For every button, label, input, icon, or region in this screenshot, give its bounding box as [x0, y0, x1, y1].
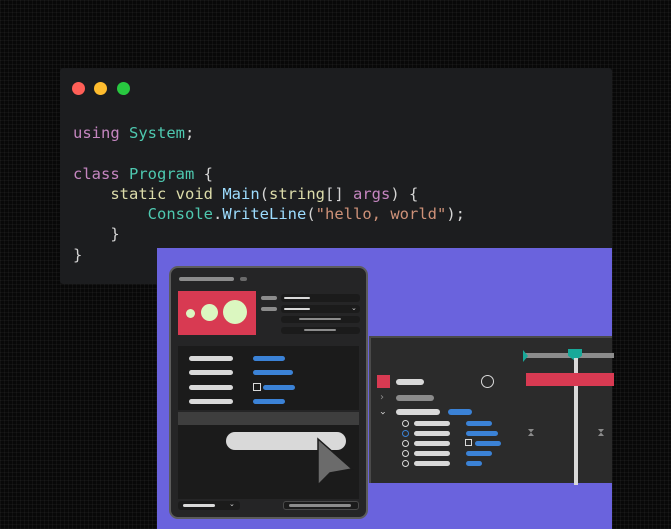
large-circle-shape [223, 300, 247, 324]
expanded-group-bar [396, 409, 440, 415]
code-line[interactable]: class Program { [73, 164, 465, 184]
property-dot[interactable] [402, 450, 409, 457]
object-name-bar [396, 379, 424, 385]
close-dot[interactable] [72, 82, 85, 95]
code-line[interactable]: static void Main(string[] args) { [73, 184, 465, 204]
property-value[interactable] [466, 421, 492, 426]
code-line[interactable]: using System; [73, 123, 465, 143]
code-token: ; [185, 124, 195, 142]
code-token: class [73, 164, 129, 183]
property-value[interactable] [466, 431, 498, 436]
code-token: { [194, 164, 213, 183]
code-token: static [73, 184, 176, 203]
property-dot[interactable] [402, 460, 409, 467]
property-value[interactable] [466, 461, 482, 466]
code-line[interactable] [73, 143, 465, 163]
chevron-down-icon[interactable]: › [377, 411, 388, 415]
code-block[interactable]: using System; class Program { static void… [73, 123, 465, 265]
field-label [261, 307, 277, 311]
chevron-down-icon[interactable]: ⌄ [351, 303, 357, 313]
minimize-dot[interactable] [94, 82, 107, 95]
chevron-down-icon[interactable]: ⌄ [229, 499, 235, 509]
code-line[interactable]: Console.WriteLine("hello, world"); [73, 204, 465, 224]
code-token: System [129, 124, 185, 142]
property-dot[interactable] [402, 420, 409, 427]
small-circle-shape [186, 309, 195, 318]
inspector-title-bar [179, 277, 234, 281]
code-token: ( [306, 205, 316, 224]
property-label [189, 356, 233, 361]
field-label [261, 296, 277, 300]
preview-thumbnail[interactable] [178, 291, 256, 335]
medium-circle-shape [201, 304, 218, 321]
timeline-start-marker [523, 350, 528, 362]
name-field-value [284, 297, 310, 299]
visibility-circle-icon[interactable] [481, 375, 494, 388]
property-checkbox[interactable] [465, 439, 472, 446]
cursor-arrow-icon [317, 437, 354, 487]
parameter-value [304, 329, 336, 331]
property-checkbox[interactable] [253, 383, 261, 391]
code-token: void [175, 184, 223, 203]
scene-editor-panel: › › [369, 336, 614, 485]
code-token: args [353, 184, 391, 203]
code-token: . [212, 205, 223, 224]
property-value[interactable] [253, 399, 285, 404]
code-token: using [73, 124, 129, 142]
property-label [414, 431, 450, 436]
footer-input-value [289, 504, 351, 507]
inspector-menu-icon[interactable] [240, 277, 247, 281]
property-label [189, 385, 233, 390]
property-value[interactable] [475, 441, 501, 446]
code-token: ( [259, 184, 269, 203]
code-token: Program [129, 164, 195, 183]
section-divider [178, 412, 359, 425]
property-label [189, 370, 233, 375]
zoom-dot[interactable] [117, 82, 130, 95]
code-token: } [73, 245, 83, 264]
parameter-value [299, 318, 341, 320]
collapsed-group-bar [396, 395, 434, 401]
code-line[interactable]: } [73, 224, 465, 244]
code-token: Main [222, 184, 260, 203]
footer-dropdown-value [183, 504, 215, 507]
color-swatch[interactable] [377, 375, 390, 388]
property-label [414, 451, 450, 456]
code-token: Console [73, 205, 213, 224]
property-value[interactable] [466, 451, 492, 456]
code-token: "hello, world" [315, 205, 447, 224]
property-dot[interactable] [402, 430, 409, 437]
code-token: ); [446, 205, 465, 224]
inspector-panel: ⌄ ⌄ [169, 266, 368, 519]
group-value-bar [448, 409, 472, 415]
code-token: ) { [390, 184, 419, 203]
property-value[interactable] [253, 356, 285, 361]
code-token: WriteLine [222, 205, 307, 224]
type-dropdown-value [284, 308, 310, 310]
code-token: string [269, 184, 325, 203]
code-token: } [73, 225, 120, 244]
property-dot[interactable] [402, 440, 409, 447]
hourglass-icon[interactable] [528, 429, 534, 436]
property-label [414, 441, 450, 446]
property-label [414, 421, 450, 426]
code-token: [] [325, 184, 353, 203]
timeline-clip[interactable] [526, 373, 614, 386]
property-label [414, 461, 450, 466]
chevron-right-icon[interactable]: › [380, 393, 384, 403]
hourglass-icon[interactable] [598, 429, 604, 436]
property-value[interactable] [253, 370, 293, 375]
property-label [189, 399, 233, 404]
property-value[interactable] [263, 385, 295, 390]
